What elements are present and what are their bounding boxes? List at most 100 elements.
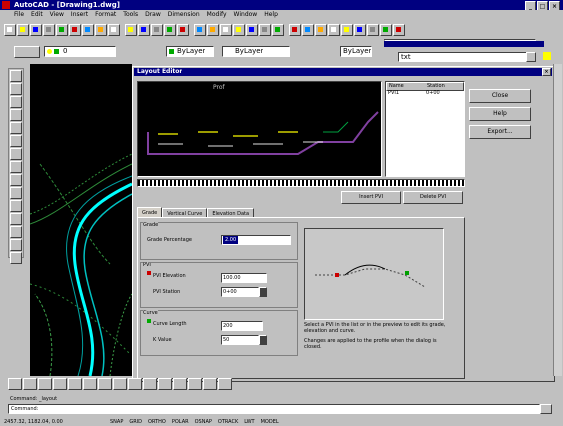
rectangle-icon[interactable] — [10, 122, 22, 134]
make-block-icon[interactable] — [10, 200, 22, 212]
move-icon[interactable] — [83, 378, 97, 390]
pvi-station-spinner[interactable] — [259, 287, 267, 297]
status-mode-otrack[interactable]: OTRACK — [218, 418, 238, 426]
new-file-icon[interactable] — [4, 24, 16, 36]
polygon-icon[interactable] — [10, 109, 22, 121]
erase-icon[interactable] — [8, 378, 22, 390]
menu-item-draw[interactable]: Draw — [145, 11, 161, 19]
redo-icon[interactable] — [151, 24, 163, 36]
close-dialog-button[interactable]: Close — [469, 89, 531, 103]
menu-item-file[interactable]: File — [14, 11, 24, 19]
offset-icon[interactable] — [53, 378, 67, 390]
extra-icon[interactable] — [354, 24, 366, 36]
zoom-previous-icon[interactable] — [272, 24, 284, 36]
point-icon[interactable] — [10, 213, 22, 225]
status-mode-model[interactable]: MODEL — [261, 418, 279, 426]
help-icon[interactable] — [341, 24, 353, 36]
fillet-icon[interactable] — [203, 378, 217, 390]
menu-item-view[interactable]: View — [50, 11, 64, 19]
linetype-combobox[interactable]: ByLayer — [222, 46, 290, 57]
status-mode-polar[interactable]: POLAR — [172, 418, 189, 426]
status-mode-snap[interactable]: SNAP — [110, 418, 123, 426]
rotate-icon[interactable] — [98, 378, 112, 390]
zoom-window-icon[interactable] — [259, 24, 271, 36]
undo-icon[interactable] — [138, 24, 150, 36]
array-icon[interactable] — [68, 378, 82, 390]
explode-icon[interactable] — [218, 378, 232, 390]
layer-combobox[interactable]: 0 — [44, 46, 116, 57]
region-icon[interactable] — [10, 239, 22, 251]
spline-icon[interactable] — [10, 161, 22, 173]
ellipse-icon[interactable] — [10, 174, 22, 186]
save-icon[interactable] — [30, 24, 42, 36]
chamfer-icon[interactable] — [188, 378, 202, 390]
circle-icon[interactable] — [10, 148, 22, 160]
osnap-icon[interactable] — [177, 24, 189, 36]
status-mode-lwt[interactable]: LWT — [244, 418, 254, 426]
dialog-close-button[interactable]: × — [542, 68, 551, 76]
properties-icon[interactable] — [289, 24, 301, 36]
extra-icon[interactable] — [367, 24, 379, 36]
find-icon[interactable] — [69, 24, 81, 36]
trim-icon[interactable] — [143, 378, 157, 390]
color-combobox[interactable]: ByLayer — [166, 46, 214, 57]
menu-item-insert[interactable]: Insert — [71, 11, 88, 19]
extra-icon[interactable] — [393, 24, 405, 36]
extend-icon[interactable] — [158, 378, 172, 390]
menu-item-edit[interactable]: Edit — [31, 11, 43, 19]
delete-pvi-button[interactable]: Delete PVI — [403, 191, 463, 204]
curve-length-input[interactable]: 200 — [221, 321, 263, 331]
pvi-list-header-name[interactable]: Name — [387, 83, 427, 90]
tool-palette-icon[interactable] — [315, 24, 327, 36]
menu-item-help[interactable]: Help — [264, 11, 278, 19]
hyperlink-icon[interactable] — [164, 24, 176, 36]
pvi-elevation-input[interactable]: 100.00 — [221, 273, 267, 283]
status-mode-ortho[interactable]: ORTHO — [148, 418, 166, 426]
polyline-icon[interactable] — [10, 96, 22, 108]
menu-item-modify[interactable]: Modify — [207, 11, 227, 19]
status-mode-osnap[interactable]: OSNAP — [195, 418, 212, 426]
copy-object-icon[interactable] — [23, 378, 37, 390]
k-value-spinner[interactable] — [259, 335, 267, 345]
ucs-icon[interactable] — [194, 24, 206, 36]
export-button[interactable]: Export... — [469, 125, 531, 139]
design-center-icon[interactable] — [302, 24, 314, 36]
print-icon[interactable] — [43, 24, 55, 36]
list-item[interactable]: PVI1 0+00 — [386, 90, 462, 97]
command-scroll-button[interactable] — [540, 404, 552, 414]
paste-icon[interactable] — [108, 24, 120, 36]
command-input[interactable]: Command: — [8, 404, 540, 414]
construction-line-icon[interactable] — [10, 83, 22, 95]
help-button[interactable]: Help — [469, 107, 531, 121]
lineweight-combobox[interactable]: ByLayer — [340, 46, 372, 57]
pan-icon[interactable] — [233, 24, 245, 36]
preview-icon[interactable] — [56, 24, 68, 36]
named-views-icon[interactable] — [207, 24, 219, 36]
open-icon[interactable] — [17, 24, 29, 36]
extra-icon[interactable] — [380, 24, 392, 36]
vertical-scrollbar[interactable] — [553, 64, 562, 376]
drawing-canvas[interactable] — [30, 64, 132, 376]
profile-preview[interactable]: Prof — [137, 81, 382, 177]
menu-item-tools[interactable]: Tools — [123, 11, 138, 19]
stretch-icon[interactable] — [128, 378, 142, 390]
arc-icon[interactable] — [10, 135, 22, 147]
pvi-list[interactable]: Name Station PVI1 0+00 — [385, 81, 465, 177]
menu-item-format[interactable]: Format — [95, 11, 116, 19]
status-mode-grid[interactable]: GRID — [129, 418, 142, 426]
match-properties-icon[interactable] — [125, 24, 137, 36]
insert-pvi-button[interactable]: Insert PVI — [341, 191, 401, 204]
mirror-icon[interactable] — [38, 378, 52, 390]
k-value-input[interactable]: 50 — [221, 335, 259, 345]
pvi-list-header-station[interactable]: Station — [427, 83, 463, 90]
preview-scrollbar[interactable] — [137, 179, 465, 187]
layers-button[interactable] — [14, 46, 40, 58]
break-icon[interactable] — [173, 378, 187, 390]
scale-icon[interactable] — [113, 378, 127, 390]
menu-item-dimension[interactable]: Dimension — [168, 11, 200, 19]
hatch-icon[interactable] — [10, 226, 22, 238]
layer-icon[interactable] — [328, 24, 340, 36]
insert-block-icon[interactable] — [10, 187, 22, 199]
zoom-realtime-icon[interactable] — [246, 24, 258, 36]
grade-percentage-input[interactable]: 2.00 — [221, 235, 291, 245]
